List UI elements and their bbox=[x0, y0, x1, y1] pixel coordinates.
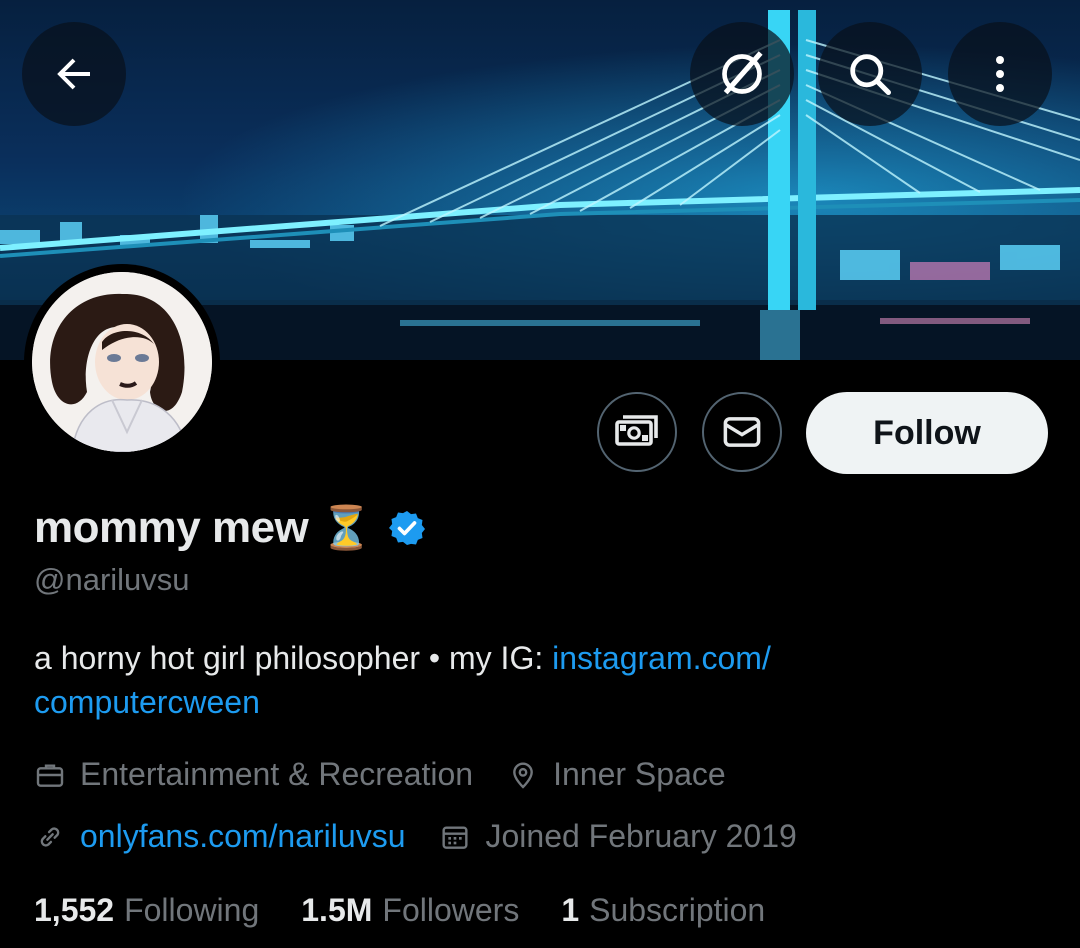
grok-slash-icon bbox=[722, 51, 763, 95]
display-name: mommy mew bbox=[34, 503, 309, 552]
profile-stats: 1,552 Following 1.5M Followers 1 Subscripti… bbox=[34, 892, 807, 929]
arrow-left-icon bbox=[57, 58, 90, 90]
more-button[interactable] bbox=[948, 22, 1052, 126]
location-label: Inner Space bbox=[553, 756, 726, 792]
avatar[interactable] bbox=[24, 264, 220, 460]
money-icon bbox=[615, 415, 658, 446]
bio-text: a horny hot girl philosopher • my IG: bbox=[34, 640, 553, 676]
search-button[interactable] bbox=[818, 22, 922, 126]
grok-button[interactable] bbox=[690, 22, 794, 126]
name-row: mommy mew ⏳ bbox=[34, 498, 427, 558]
envelope-icon bbox=[723, 417, 761, 447]
following-stat[interactable]: 1,552 Following bbox=[34, 892, 259, 929]
location-item: Inner Space bbox=[507, 756, 726, 793]
followers-count: 1.5M bbox=[301, 892, 373, 928]
verified-badge-icon[interactable] bbox=[387, 508, 427, 548]
bio: a horny hot girl philosopher • my IG: in… bbox=[34, 636, 1034, 724]
joined-item: Joined February 2019 bbox=[439, 818, 797, 855]
briefcase-icon bbox=[36, 763, 64, 787]
subscribe-button[interactable] bbox=[597, 392, 677, 472]
hourglass-emoji: ⏳ bbox=[320, 504, 373, 551]
more-vertical-icon bbox=[996, 56, 1004, 92]
website-item[interactable]: onlyfans.com/nariluvsu bbox=[34, 818, 405, 855]
joined-label: Joined February 2019 bbox=[485, 818, 797, 854]
back-button[interactable] bbox=[22, 22, 126, 126]
category-item: Entertainment & Recreation bbox=[34, 756, 473, 793]
website-link[interactable]: onlyfans.com/nariluvsu bbox=[80, 818, 405, 855]
handle: @nariluvsu bbox=[34, 562, 190, 597]
followers-label: Followers bbox=[382, 892, 520, 928]
subscription-label: Subscription bbox=[589, 892, 766, 928]
following-label: Following bbox=[124, 892, 260, 928]
message-button[interactable] bbox=[702, 392, 782, 472]
avatar-image bbox=[32, 272, 212, 452]
link-icon bbox=[40, 826, 60, 847]
calendar-icon bbox=[442, 825, 469, 849]
followers-stat[interactable]: 1.5M Followers bbox=[301, 892, 519, 929]
search-icon bbox=[850, 54, 892, 96]
subscription-stat[interactable]: 1 Subscription bbox=[561, 892, 765, 929]
following-count: 1,552 bbox=[34, 892, 115, 928]
meta-row-1: Entertainment & Recreation Inner Space bbox=[34, 756, 760, 793]
follow-button[interactable]: Follow bbox=[806, 392, 1048, 474]
meta-row-2: onlyfans.com/nariluvsu Joined February 2… bbox=[34, 818, 831, 855]
subscription-count: 1 bbox=[561, 892, 580, 928]
location-pin-icon bbox=[513, 761, 533, 789]
category-label: Entertainment & Recreation bbox=[80, 756, 474, 792]
